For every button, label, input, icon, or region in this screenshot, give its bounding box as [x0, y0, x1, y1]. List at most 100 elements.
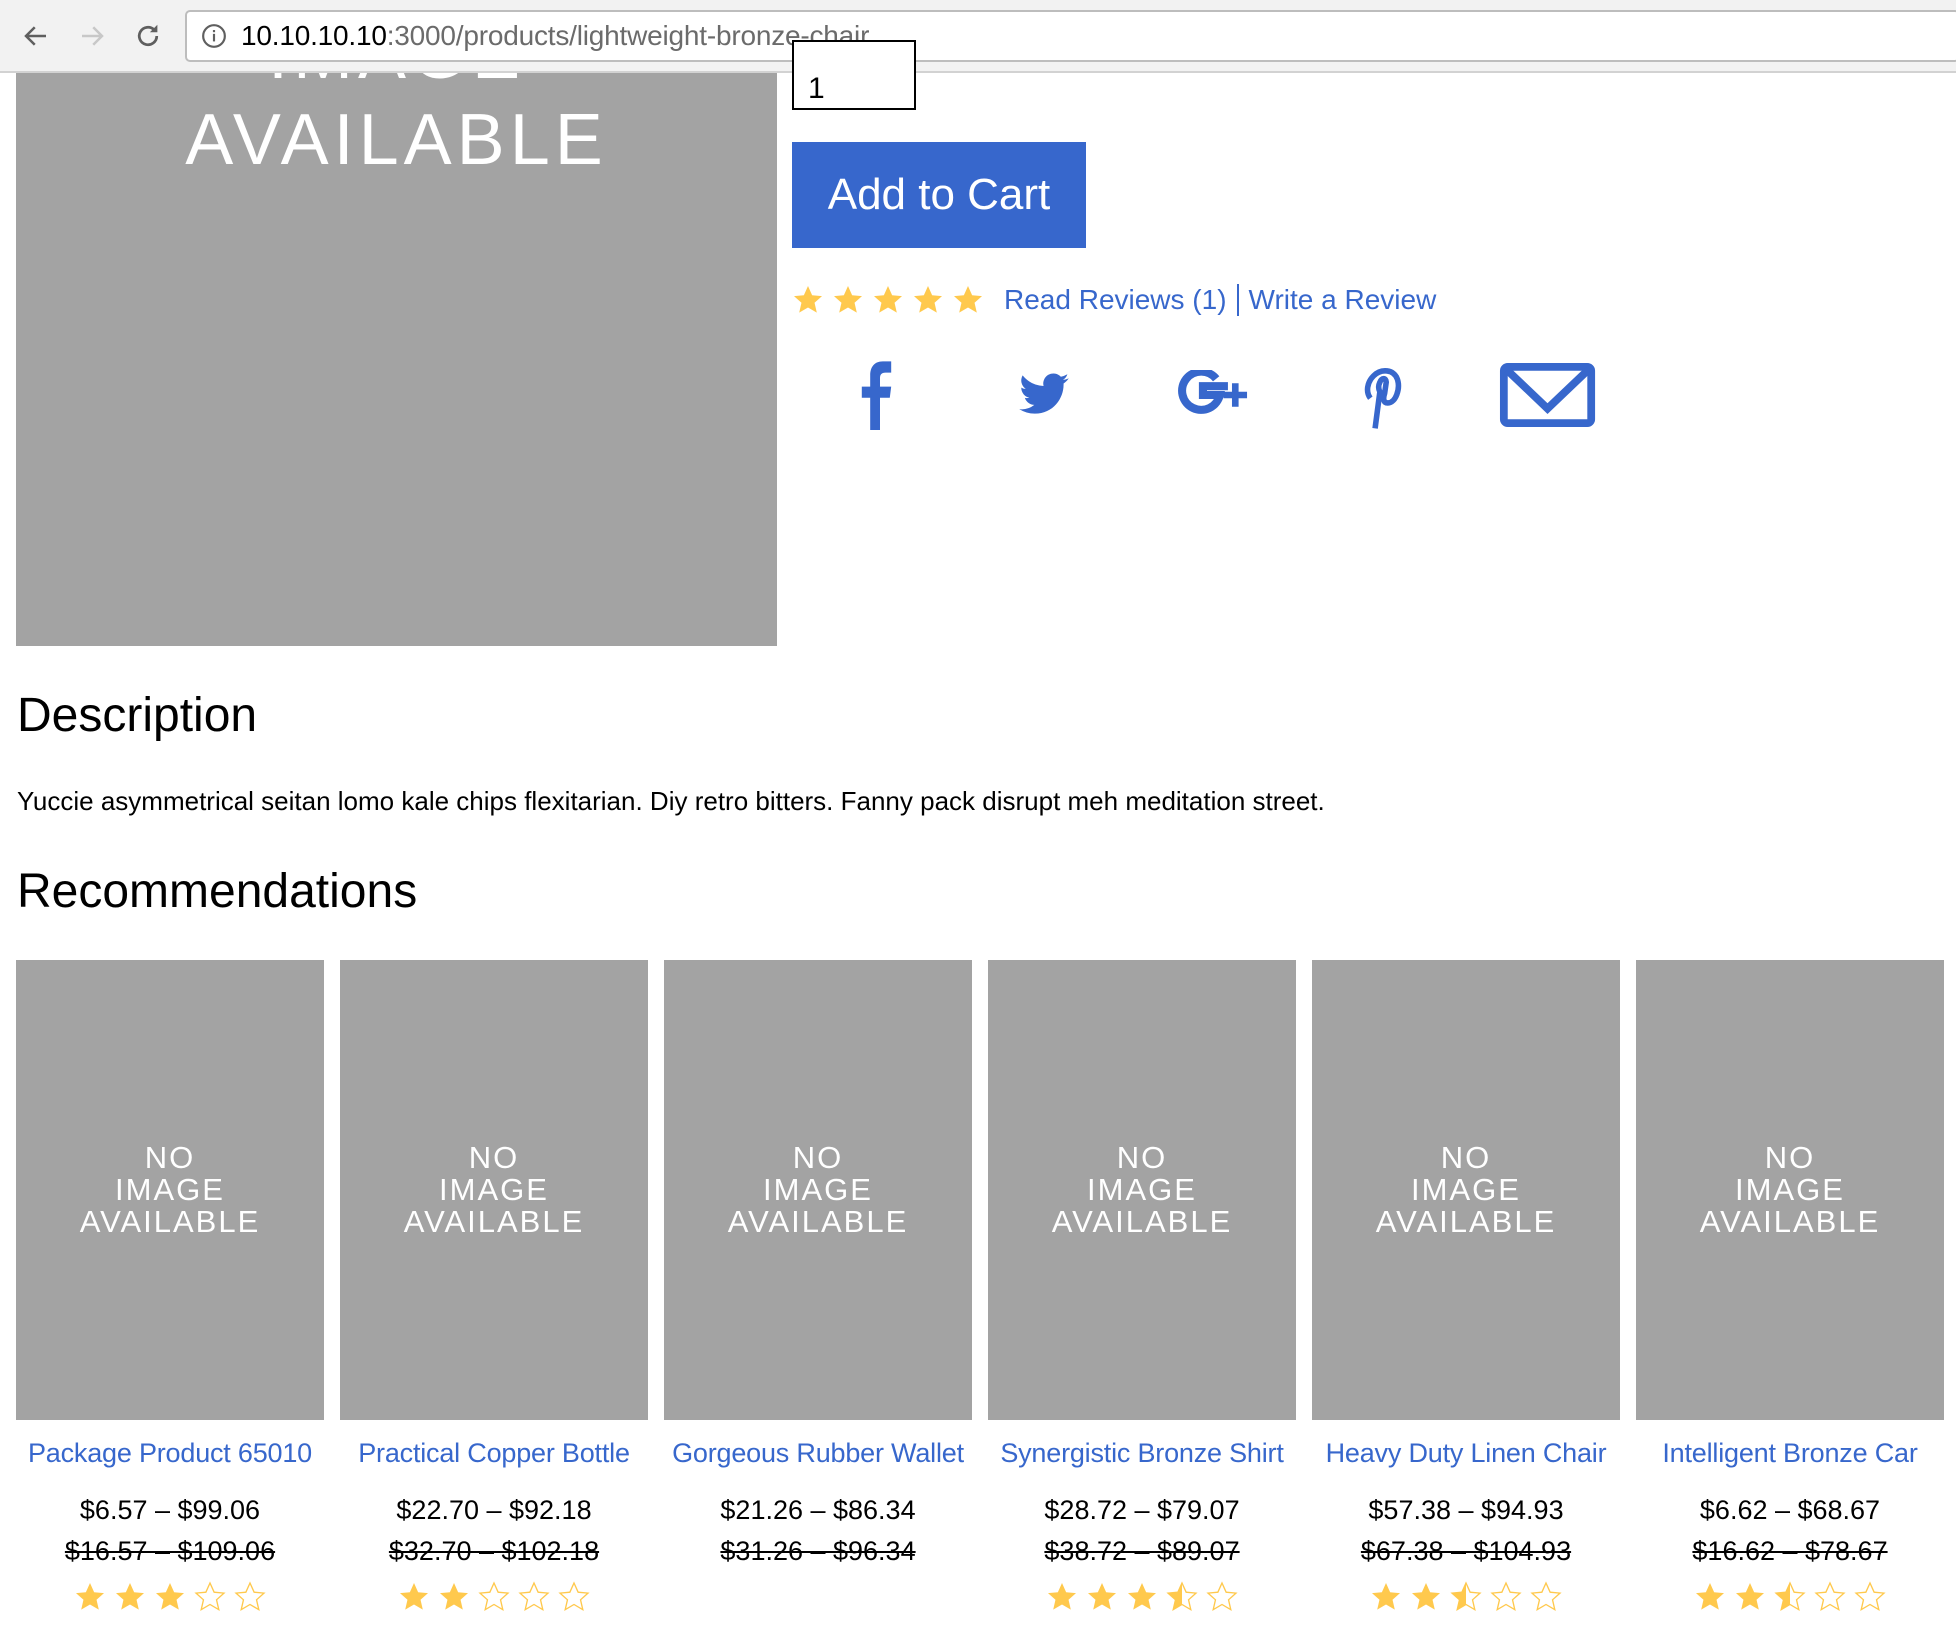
email-icon — [1500, 362, 1596, 428]
link-divider — [1236, 284, 1239, 316]
share-twitter-button[interactable] — [960, 355, 1128, 435]
quantity-input[interactable] — [792, 40, 916, 110]
placeholder-line: NO — [1764, 1140, 1816, 1175]
read-reviews-link[interactable]: Read Reviews (1) — [1004, 284, 1227, 316]
placeholder-line: AVAILABLE — [1375, 1204, 1557, 1239]
placeholder-line: NO — [1116, 1140, 1168, 1175]
recommendation-original-price: $67.38 – $104.93 — [1360, 1536, 1572, 1566]
placeholder-line: IMAGE — [439, 1172, 549, 1207]
recommendation-card: NO IMAGE AVAILABLE Synergistic Bronze Shirt… — [988, 960, 1296, 1615]
info-icon[interactable] — [201, 23, 227, 49]
arrow-left-icon — [24, 26, 46, 46]
back-button[interactable] — [14, 14, 58, 58]
placeholder-line: IMAGE — [115, 1172, 225, 1207]
recommendation-original-price: $16.62 – $78.67 — [1692, 1536, 1888, 1566]
placeholder-line: IMAGE — [1735, 1172, 1845, 1207]
share-pinterest-button[interactable] — [1296, 355, 1464, 435]
star-empty-icon — [1814, 1581, 1846, 1612]
recommendation-price: $6.62 – $68.67 — [1699, 1495, 1881, 1525]
star-filled-icon — [914, 286, 942, 313]
placeholder-line: AVAILABLE — [727, 1204, 909, 1239]
recommendation-image[interactable]: NO IMAGE AVAILABLE — [16, 960, 324, 1420]
product-image: IMAGE AVAILABLE — [16, 73, 777, 646]
product-rating-stars — [792, 284, 992, 316]
share-email-button[interactable] — [1464, 355, 1632, 435]
star-empty-icon — [1530, 1581, 1562, 1612]
facebook-icon — [862, 361, 892, 430]
star-empty-icon — [1206, 1581, 1238, 1612]
recommendation-name-link[interactable]: Intelligent Bronze Car — [1636, 1438, 1944, 1469]
placeholder-line: AVAILABLE — [79, 1204, 261, 1239]
recommendation-original-price: $31.26 – $96.34 — [720, 1536, 916, 1566]
recommendation-name-link[interactable]: Gorgeous Rubber Wallet — [664, 1438, 972, 1469]
star-filled-icon — [400, 1583, 428, 1610]
star-empty-icon — [478, 1581, 510, 1612]
recommendation-image[interactable]: NO IMAGE AVAILABLE — [340, 960, 648, 1420]
star-filled-icon — [874, 286, 902, 313]
recommendation-rating — [664, 1581, 972, 1615]
recommendation-image[interactable]: NO IMAGE AVAILABLE — [1312, 960, 1620, 1420]
recommendation-rating — [16, 1581, 324, 1615]
recommendation-image[interactable]: NO IMAGE AVAILABLE — [988, 960, 1296, 1420]
recommendation-name-link[interactable]: Practical Copper Bottle — [340, 1438, 648, 1469]
write-review-link[interactable]: Write a Review — [1249, 284, 1437, 316]
star-filled-icon — [156, 1583, 184, 1610]
star-filled-icon — [794, 286, 822, 313]
image-placeholder-text: IMAGE AVAILABLE — [16, 73, 777, 183]
star-filled-icon — [954, 286, 982, 313]
share-google-plus-button[interactable] — [1128, 355, 1296, 435]
browser-toolbar: 10.10.10.10:3000/products/lightweight-br… — [0, 0, 1956, 73]
recommendation-rating — [1312, 1581, 1620, 1615]
placeholder-line: NO — [144, 1140, 196, 1175]
star-empty-icon — [558, 1581, 590, 1612]
description-text: Yuccie asymmetrical seitan lomo kale chi… — [17, 786, 1325, 816]
recommendation-card: NO IMAGE AVAILABLE Package Product 65010 $6.… — [16, 960, 324, 1615]
share-buttons — [792, 355, 1632, 435]
recommendation-card: NO IMAGE AVAILABLE Practical Copper Bottle $… — [340, 960, 648, 1615]
recommendation-price: $6.57 – $99.06 — [79, 1495, 261, 1525]
star-filled-icon — [116, 1583, 144, 1610]
star-filled-icon — [1696, 1583, 1724, 1610]
star-half-icon — [1166, 1581, 1198, 1612]
placeholder-line: IMAGE — [16, 73, 777, 97]
recommendation-price: $57.38 – $94.93 — [1368, 1495, 1564, 1525]
placeholder-line: IMAGE — [1411, 1172, 1521, 1207]
forward-button[interactable] — [70, 14, 114, 58]
add-to-cart-button[interactable]: Add to Cart — [792, 142, 1086, 248]
product-rating-row: Read Reviews (1) Write a Review — [792, 280, 1436, 320]
recommendations-list: NO IMAGE AVAILABLE Package Product 65010 $6.… — [16, 960, 1944, 1615]
star-empty-icon — [518, 1581, 550, 1612]
star-filled-icon — [440, 1583, 468, 1610]
recommendation-name-link[interactable]: Heavy Duty Linen Chair — [1312, 1438, 1620, 1469]
placeholder-line: AVAILABLE — [185, 100, 608, 180]
url-text[interactable]: 10.10.10.10:3000/products/lightweight-br… — [241, 20, 869, 52]
recommendation-price: $22.70 – $92.18 — [396, 1495, 592, 1525]
reload-button[interactable] — [126, 14, 170, 58]
recommendation-name-link[interactable]: Package Product 65010 — [16, 1438, 324, 1469]
recommendations-heading: Recommendations — [17, 865, 418, 918]
star-filled-icon — [1372, 1583, 1400, 1610]
star-filled-icon — [1048, 1583, 1076, 1610]
address-bar[interactable]: 10.10.10.10:3000/products/lightweight-br… — [185, 10, 1956, 62]
recommendation-rating — [340, 1581, 648, 1615]
recommendation-name-link[interactable]: Synergistic Bronze Shirt — [988, 1438, 1296, 1469]
star-empty-icon — [1490, 1581, 1522, 1612]
star-filled-icon — [1412, 1583, 1440, 1610]
google-plus-icon — [1178, 370, 1248, 414]
recommendation-original-price: $32.70 – $102.18 — [388, 1536, 600, 1566]
twitter-icon — [1019, 373, 1069, 414]
recommendation-original-price: $38.72 – $89.07 — [1044, 1536, 1240, 1566]
placeholder-line: IMAGE — [763, 1172, 873, 1207]
placeholder-line: NO — [792, 1140, 844, 1175]
placeholder-line: AVAILABLE — [1051, 1204, 1233, 1239]
recommendation-image[interactable]: NO IMAGE AVAILABLE — [664, 960, 972, 1420]
star-half-icon — [1450, 1581, 1482, 1612]
recommendation-card: NO IMAGE AVAILABLE Intelligent Bronze Car $6… — [1636, 960, 1944, 1615]
url-host: 10.10.10.10 — [241, 20, 387, 51]
recommendation-card: NO IMAGE AVAILABLE Gorgeous Rubber Wallet $2… — [664, 960, 972, 1615]
share-facebook-button[interactable] — [792, 355, 960, 435]
star-filled-icon — [1736, 1583, 1764, 1610]
placeholder-line: NO — [468, 1140, 520, 1175]
recommendation-image[interactable]: NO IMAGE AVAILABLE — [1636, 960, 1944, 1420]
placeholder-line: AVAILABLE — [403, 1204, 585, 1239]
